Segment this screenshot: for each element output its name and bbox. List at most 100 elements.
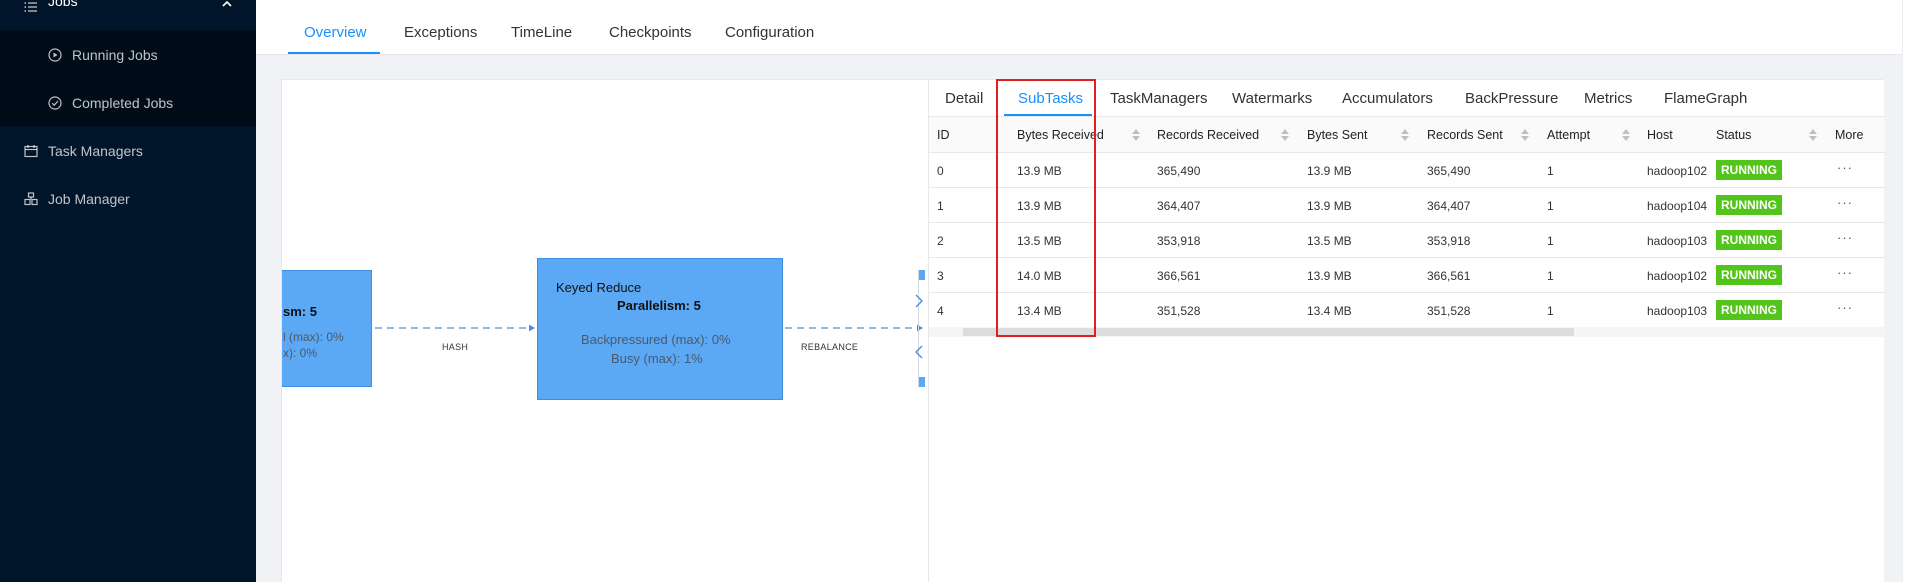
sidebar-item-running-jobs[interactable]: Running Jobs	[48, 47, 158, 63]
edge-label-hash: HASH	[442, 342, 469, 352]
cell-records-sent: 364,407	[1427, 199, 1471, 213]
play-circle-icon	[48, 48, 62, 62]
cell-records-received: 351,528	[1157, 304, 1201, 318]
cell-bytes-received: 13.9 MB	[1017, 164, 1062, 178]
sidebar-item-label: Running Jobs	[72, 47, 158, 63]
column-header-host: Host	[1647, 128, 1673, 142]
cell-records-received: 353,918	[1157, 234, 1201, 248]
tab-exceptions[interactable]: Exceptions	[404, 24, 477, 41]
chevron-left-icon[interactable]	[914, 345, 924, 362]
cell-records-received: 365,490	[1157, 164, 1201, 178]
tab-taskmanagers[interactable]: TaskManagers	[1110, 90, 1208, 107]
cell-bytes-received: 14.0 MB	[1017, 269, 1062, 283]
active-tab-indicator	[288, 52, 380, 54]
main-content: Overview Exceptions TimeLine Checkpoints…	[256, 0, 1919, 582]
node-title: Keyed Reduce	[556, 280, 642, 295]
column-header-records-sent[interactable]: Records Sent	[1427, 128, 1503, 142]
tab-accumulators[interactable]: Accumulators	[1342, 90, 1433, 107]
status-badge: RUNNING	[1716, 230, 1782, 250]
cell-bytes-sent: 13.5 MB	[1307, 234, 1352, 248]
sidebar: Jobs Running Jobs Completed Jobs Task Ma…	[0, 0, 256, 582]
chevron-right-icon[interactable]	[914, 294, 924, 311]
cell-attempt: 1	[1547, 269, 1554, 283]
calendar-icon	[24, 144, 38, 158]
cell-host: hadoop104	[1647, 199, 1708, 213]
tab-subtasks[interactable]: SubTasks	[1018, 90, 1083, 107]
sidebar-item-label: Job Manager	[48, 191, 130, 207]
tab-overview[interactable]: Overview	[304, 24, 367, 41]
tab-backpressure[interactable]: BackPressure	[1465, 90, 1558, 107]
tab-detail[interactable]: Detail	[945, 90, 983, 107]
sort-icon[interactable]	[1521, 127, 1529, 143]
more-icon[interactable]: ···	[1837, 195, 1853, 210]
cell-id: 1	[937, 199, 944, 213]
tab-configuration[interactable]: Configuration	[725, 24, 814, 41]
column-header-id: ID	[937, 128, 950, 142]
cell-host: hadoop103	[1647, 234, 1708, 248]
table-row[interactable]: 3 14.0 MB 366,561 13.9 MB 366,561 1 hadoop102 R…	[929, 258, 1885, 293]
more-icon[interactable]: ···	[1837, 265, 1853, 280]
more-icon[interactable]: ···	[1837, 300, 1853, 315]
cell-host: hadoop102	[1647, 164, 1708, 178]
tab-watermarks[interactable]: Watermarks	[1232, 90, 1312, 107]
cell-id: 2	[937, 234, 944, 248]
node-busy: x): 0%	[283, 346, 318, 360]
tab-flamegraph[interactable]: FlameGraph	[1664, 90, 1747, 107]
job-graph[interactable]: sm: 5 l (max): 0% x): 0% Keyed Reduce Pa…	[282, 80, 928, 582]
table-row[interactable]: 0 13.9 MB 365,490 13.9 MB 365,490 1 hadoop102 R…	[929, 153, 1885, 188]
column-header-status[interactable]: Status	[1716, 128, 1751, 142]
cell-records-sent: 351,528	[1427, 304, 1471, 318]
sort-icon[interactable]	[1281, 127, 1289, 143]
graph-node-keyed-reduce[interactable]: Keyed Reduce Parallelism: 5 Backpressure…	[537, 258, 783, 400]
column-header-attempt[interactable]: Attempt	[1547, 128, 1590, 142]
cell-bytes-received: 13.4 MB	[1017, 304, 1062, 318]
more-icon[interactable]: ···	[1837, 230, 1853, 245]
sort-icon[interactable]	[1132, 127, 1140, 143]
cell-id: 4	[937, 304, 944, 318]
sidebar-item-label: Completed Jobs	[72, 95, 174, 111]
check-circle-icon	[48, 96, 62, 110]
graph-node-source[interactable]: sm: 5 l (max): 0% x): 0%	[282, 270, 372, 387]
sort-icon[interactable]	[1809, 127, 1817, 143]
node-busy: Busy (max): 1%	[611, 351, 703, 366]
sidebar-item-completed-jobs[interactable]: Completed Jobs	[48, 95, 173, 111]
tab-checkpoints[interactable]: Checkpoints	[609, 24, 692, 41]
cell-bytes-sent: 13.9 MB	[1307, 199, 1352, 213]
node-backpressured: l (max): 0%	[283, 330, 344, 344]
cell-attempt: 1	[1547, 199, 1554, 213]
cell-bytes-sent: 13.4 MB	[1307, 304, 1352, 318]
more-icon[interactable]: ···	[1837, 160, 1853, 175]
node-backpressured: Backpressured (max): 0%	[581, 332, 731, 347]
cell-bytes-sent: 13.9 MB	[1307, 269, 1352, 283]
cell-attempt: 1	[1547, 304, 1554, 318]
sort-icon[interactable]	[1401, 127, 1409, 143]
cell-records-sent: 365,490	[1427, 164, 1471, 178]
column-header-bytes-sent[interactable]: Bytes Sent	[1307, 128, 1367, 142]
sidebar-item-task-managers[interactable]: Task Managers	[24, 143, 143, 159]
page-scrollbar[interactable]	[1902, 0, 1919, 582]
table-row[interactable]: 4 13.4 MB 351,528 13.4 MB 351,528 1 hadoop103 R…	[929, 293, 1885, 328]
sort-icon[interactable]	[1622, 127, 1630, 143]
cell-records-sent: 353,918	[1427, 234, 1471, 248]
cell-id: 3	[937, 269, 944, 283]
horizontal-scrollbar-thumb[interactable]	[963, 328, 1574, 336]
table-row[interactable]: 1 13.9 MB 364,407 13.9 MB 364,407 1 hadoop104 R…	[929, 188, 1885, 223]
column-header-records-received[interactable]: Records Received	[1157, 128, 1259, 142]
status-badge: RUNNING	[1716, 265, 1782, 285]
column-header-bytes-received[interactable]: Bytes Received	[1017, 128, 1104, 142]
table-row[interactable]: 2 13.5 MB 353,918 13.5 MB 353,918 1 hadoop103 R…	[929, 223, 1885, 258]
cell-bytes-received: 13.9 MB	[1017, 199, 1062, 213]
status-badge: RUNNING	[1716, 195, 1782, 215]
tab-timeline[interactable]: TimeLine	[511, 24, 572, 41]
sidebar-item-job-manager[interactable]: Job Manager	[24, 191, 130, 207]
graph-node-sink-edge	[918, 270, 928, 387]
tab-metrics[interactable]: Metrics	[1584, 90, 1632, 107]
status-badge: RUNNING	[1716, 160, 1782, 180]
list-icon	[24, 0, 38, 14]
cell-host: hadoop103	[1647, 304, 1708, 318]
job-tabs-bar: Overview Exceptions TimeLine Checkpoints…	[256, 0, 1919, 55]
chevron-up-icon[interactable]	[222, 0, 232, 11]
overview-panel: sm: 5 l (max): 0% x): 0% Keyed Reduce Pa…	[281, 79, 1885, 582]
cell-bytes-received: 13.5 MB	[1017, 234, 1062, 248]
sidebar-item-jobs[interactable]: Jobs	[24, 0, 232, 14]
